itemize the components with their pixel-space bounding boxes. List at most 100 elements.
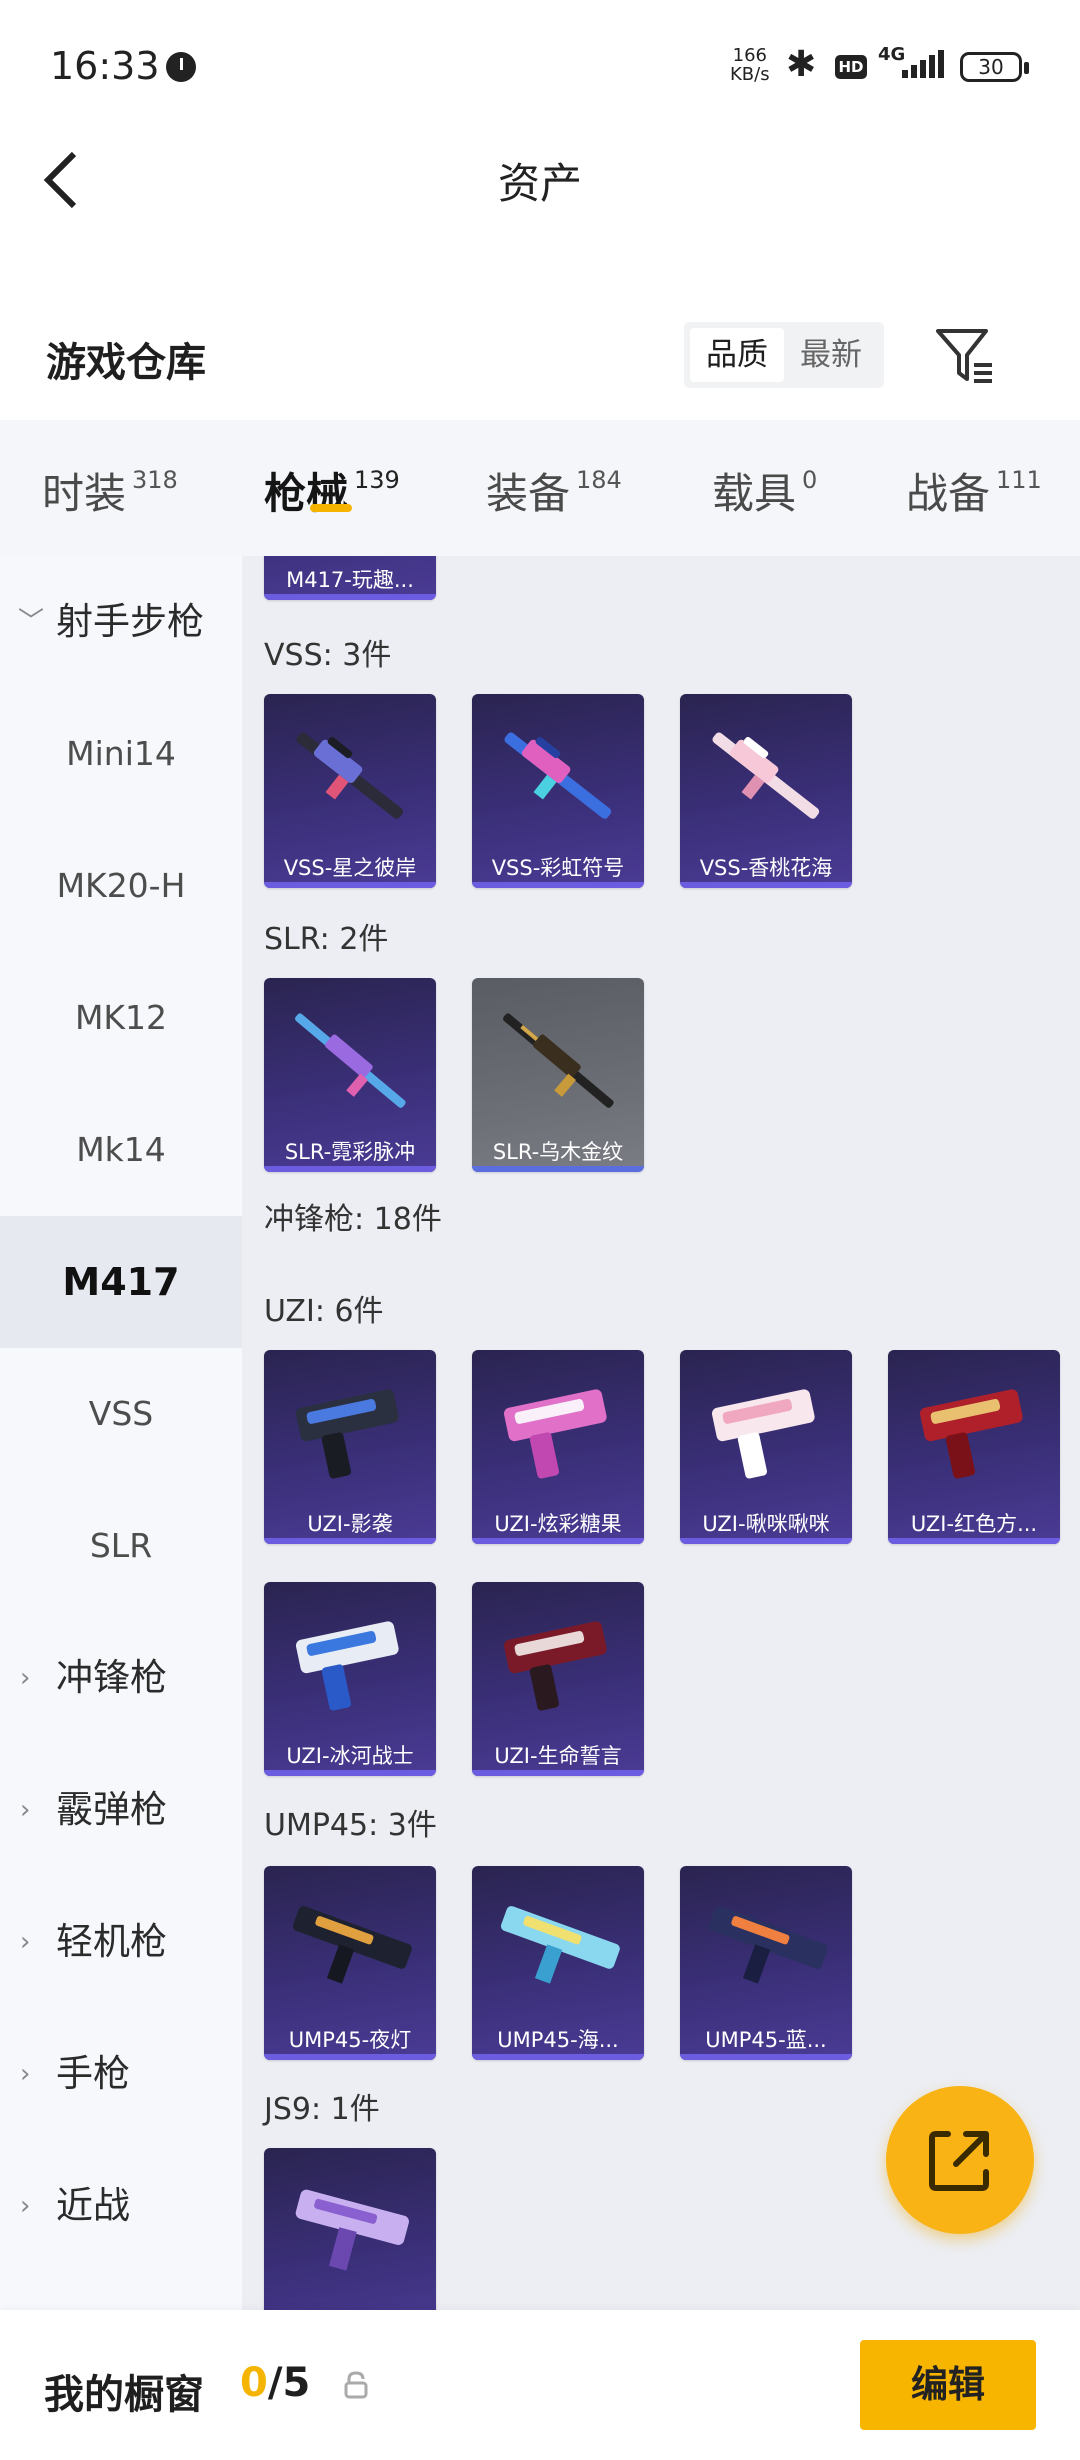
item-name: VSS-彩虹符号 [491,856,625,880]
section-heading-uzi: UZI: 6件 [264,1294,384,1329]
smg-icon [711,1389,815,1479]
item-card[interactable]: UZI-冰河战士 [264,1582,436,1776]
item-name: UMP45-蓝... [705,2028,827,2052]
rifle-icon [296,732,404,819]
tab-equipment[interactable]: 装备 184 [486,460,622,521]
sidebar-item-slr[interactable]: SLR [0,1480,242,1612]
export-icon [929,2131,989,2191]
share-button[interactable] [886,2086,1034,2234]
sidebar-category-smg[interactable]: › 冲锋枪 [0,1612,242,1744]
item-card[interactable]: M417-玩趣... [264,556,436,600]
section-heading-ump45: UMP45: 3件 [264,1808,437,1843]
item-name: VSS-星之彼岸 [283,856,417,880]
tab-fashion[interactable]: 时装 318 [42,460,178,521]
chevron-right-icon: › [20,1927,31,1957]
item-card[interactable]: UMP45-夜灯 [264,1866,436,2060]
item-card[interactable]: VSS-香桃花海 [680,694,852,888]
sidebar-item-mk12[interactable]: MK12 [0,952,242,1084]
sort-quality-button[interactable]: 品质 [690,328,784,382]
clock: 16:33 [50,44,160,88]
item-card[interactable]: UZI-生命誓言 [472,1582,644,1776]
sidebar-item-mk14[interactable]: Mk14 [0,1084,242,1216]
tab-supplies[interactable]: 战备 111 [906,460,1042,521]
item-card[interactable]: UZI-影袭 [264,1350,436,1544]
item-name: UZI-炫彩糖果 [494,1512,622,1536]
showcase-label: 我的橱窗 [44,2372,204,2418]
sidebar: ﹀ 射手步枪 Mini14 MK20-H MK12 Mk14 M417 VSS S… [0,556,242,2310]
section-heading-slr: SLR: 2件 [264,922,389,957]
item-card[interactable]: UMP45-蓝... [680,1866,852,2060]
item-name: VSS-香桃花海 [699,856,833,880]
item-grid: M417-玩趣... VSS: 3件 VSS-星之彼岸 VSS-彩虹符号 VSS… [242,556,1080,2310]
rifle-icon [504,732,612,819]
sidebar-category-marksman[interactable]: ﹀ 射手步枪 [0,556,242,688]
item-card[interactable]: UMP45-海... [472,1866,644,2060]
chevron-down-icon: ﹀ [18,607,45,637]
sidebar-category-melee[interactable]: › 近战 [0,2140,242,2272]
sidebar-category-lmg[interactable]: › 轻机枪 [0,1876,242,2008]
alarm-icon [166,52,196,82]
item-name: UMP45-海... [497,2028,619,2052]
warehouse-title: 游戏仓库 [46,340,206,386]
item-card[interactable]: VSS-彩虹符号 [472,694,644,888]
sidebar-category-pistol[interactable]: › 手枪 [0,2008,242,2140]
rifle-icon [503,1013,614,1108]
smg-icon [503,1389,607,1479]
item-card[interactable]: UZI-啾咪啾咪 [680,1350,852,1544]
item-card[interactable]: SLR-乌木金纹 [472,978,644,1172]
chevron-right-icon: › [20,1795,31,1825]
item-card[interactable]: SLR-霓彩脉冲 [264,978,436,1172]
net-speed: 166 KB/s [730,45,770,85]
smg-icon [295,2189,409,2271]
battery-icon: 30 [960,52,1022,82]
sort-newest-button[interactable]: 最新 [784,328,878,382]
smg-icon [503,1621,607,1711]
item-name: UZI-影袭 [307,1512,393,1536]
bluetooth-icon: ✱ [786,44,817,85]
item-card[interactable]: UZI-炫彩糖果 [472,1350,644,1544]
item-name: SLR-霓彩脉冲 [284,1140,416,1164]
showcase-count: 0/5 [240,2360,311,2406]
item-name: UZI-红色方... [910,1512,1038,1536]
item-name: M417-玩趣... [286,568,414,592]
item-name: UMP45-夜灯 [288,2028,412,2052]
chevron-right-icon: › [20,2059,31,2089]
sidebar-item-mini14[interactable]: Mini14 [0,688,242,820]
chevron-right-icon: › [20,1663,31,1693]
smg-icon [919,1389,1023,1479]
page-title: 资产 [497,159,582,208]
section-heading-smg: 冲锋枪: 18件 [264,1202,442,1237]
hd-icon: HD [835,55,867,79]
rifle-icon [295,1013,406,1108]
item-card[interactable]: UZI-红色方... [888,1350,1060,1544]
edit-button[interactable]: 编辑 [860,2340,1036,2430]
sidebar-item-vss[interactable]: VSS [0,1348,242,1480]
rifle-icon [712,732,820,819]
section-heading-vss: VSS: 3件 [264,638,392,673]
item-name: SLR-乌木金纹 [492,1140,624,1164]
sort-toggle: 品质 最新 [684,322,884,388]
filter-icon[interactable] [934,325,994,385]
item-name: UZI-冰河战士 [286,1744,414,1768]
item-card[interactable]: VSS-星之彼岸 [264,694,436,888]
item-name: UZI-生命誓言 [494,1744,622,1768]
signal-icon [902,50,947,78]
sidebar-item-mk20h[interactable]: MK20-H [0,820,242,952]
sidebar-category-shotgun[interactable]: › 霰弹枪 [0,1744,242,1876]
smg-icon [295,1389,399,1479]
smg-icon [295,1621,399,1711]
status-bar: 16:33 166 KB/s ✱ HD 4G 30 [0,0,1080,130]
smg-icon [500,1906,620,1984]
active-tab-indicator [310,504,352,512]
sidebar-item-m417[interactable]: M417 [0,1216,242,1348]
lock-icon [344,2370,368,2400]
chevron-right-icon: › [20,2191,31,2221]
tab-vehicles[interactable]: 载具 0 [712,460,817,521]
smg-icon [708,1906,828,1984]
smg-icon [292,1906,412,1984]
item-name: UZI-啾咪啾咪 [702,1512,830,1536]
category-tabs: 时装 318 枪械 139 装备 184 载具 0 战备 111 [0,420,1080,556]
item-card[interactable] [264,2148,436,2310]
section-heading-js9: JS9: 1件 [264,2092,380,2127]
battery-tip [1024,62,1029,74]
